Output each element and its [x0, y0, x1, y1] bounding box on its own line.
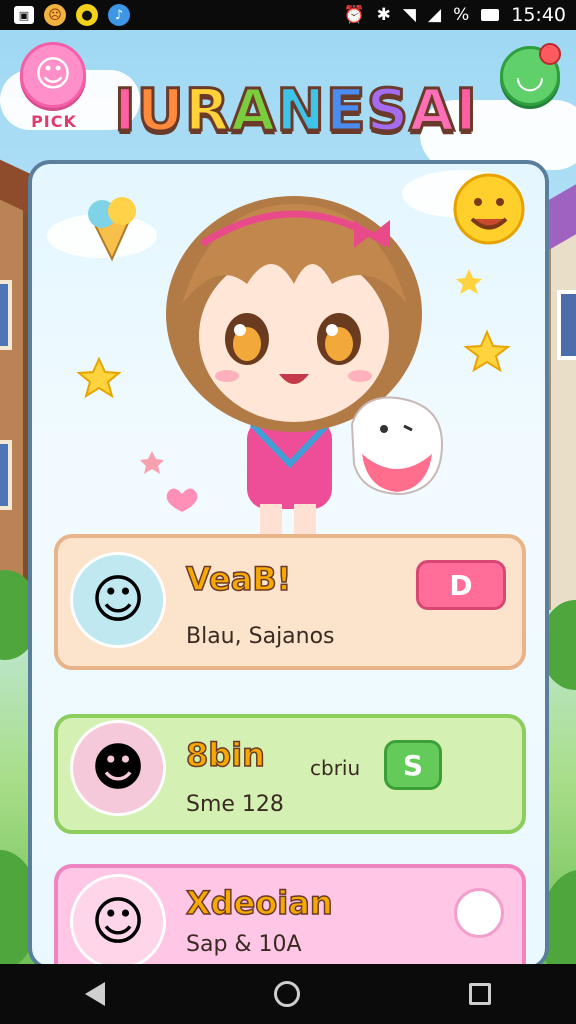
- smile-icon: ☺: [34, 54, 72, 95]
- avatar: ☺: [70, 552, 166, 648]
- title-letter: A: [408, 75, 456, 146]
- card-subtitle: Blau, Sajanos: [186, 624, 335, 649]
- title-letter: R: [183, 75, 231, 146]
- card-name: Xdeoian: [185, 883, 333, 923]
- signal-icon: ◢: [428, 5, 442, 25]
- title-letter: S: [365, 75, 410, 146]
- card-action-button[interactable]: S: [384, 740, 442, 790]
- character-card[interactable]: ☺ Xdeoian Sap & 10A: [54, 864, 526, 966]
- strawberry-icon: [539, 43, 561, 65]
- star-icon: [463, 329, 511, 373]
- clock: 15:40: [511, 4, 566, 26]
- bird-icon: ♪: [108, 4, 130, 26]
- character-card[interactable]: ☻ 8bin cbriu Sme 128 S: [54, 714, 526, 834]
- smiley-balloon-icon: [453, 173, 525, 245]
- ghost-button[interactable]: [454, 888, 504, 938]
- house-right: [536, 172, 576, 610]
- character-card[interactable]: ☺ VeaB! Blau, Sajanos D: [54, 534, 526, 670]
- top-right-button[interactable]: ◡: [500, 43, 561, 106]
- card-action-button[interactable]: D: [416, 560, 506, 610]
- check-icon: ◡: [516, 56, 544, 96]
- pick-label: PICK: [31, 112, 77, 131]
- back-icon[interactable]: [84, 982, 105, 1006]
- girl-avatar-icon: ☺: [90, 892, 146, 952]
- heart-icon: [166, 488, 198, 512]
- title-letter: I: [454, 75, 479, 146]
- app-title: IURANESAI: [106, 58, 486, 146]
- title-letter: N: [275, 75, 327, 146]
- ghost-companion-icon: [350, 396, 444, 496]
- navigation-bar: [0, 964, 576, 1024]
- avatar: ☻: [70, 720, 166, 816]
- coin-icon: ●: [76, 4, 98, 26]
- title-letter: E: [324, 75, 367, 146]
- title-letter: I: [113, 75, 138, 146]
- card-subtitle: Sap & 10A: [186, 932, 302, 957]
- card-name: VeaB!: [185, 559, 292, 599]
- battery-icon: [481, 9, 500, 21]
- star-icon: [456, 269, 482, 294]
- star-icon: [140, 451, 164, 474]
- bluetooth-icon: ✱: [376, 5, 391, 25]
- card-name: 8bin: [185, 735, 265, 775]
- battery-percent: %: [453, 5, 470, 25]
- status-right: ⏰ ✱ ◥ ◢ % 15:40: [344, 4, 567, 26]
- main-panel: ☺ VeaB! Blau, Sajanos D ☻ 8bin cbriu Sme…: [28, 160, 549, 970]
- status-left: ▣ ☹ ● ♪: [14, 4, 130, 26]
- hero-character-illustration: [47, 170, 525, 534]
- wifi-icon: ◥: [402, 5, 416, 25]
- card-extra: cbriu: [310, 756, 361, 780]
- avatar: ☺: [70, 874, 166, 966]
- star-icon: [76, 356, 122, 399]
- title-letter: A: [229, 75, 277, 146]
- girl-avatar-icon: ☺: [90, 570, 146, 630]
- girl-avatar-icon: ☻: [90, 738, 146, 798]
- recents-icon[interactable]: [469, 983, 492, 1005]
- alarm-icon: ⏰: [343, 5, 365, 25]
- gallery-icon: ▣: [14, 6, 34, 24]
- home-icon[interactable]: [273, 981, 300, 1007]
- title-letter: U: [135, 75, 185, 146]
- pick-button[interactable]: ☺: [20, 42, 86, 108]
- status-bar: ▣ ☹ ● ♪ ⏰ ✱ ◥ ◢ % 15:40: [0, 0, 576, 30]
- emoji-icon: ☹: [44, 4, 66, 26]
- card-subtitle: Sme 128: [186, 792, 284, 817]
- house-left: [0, 145, 40, 600]
